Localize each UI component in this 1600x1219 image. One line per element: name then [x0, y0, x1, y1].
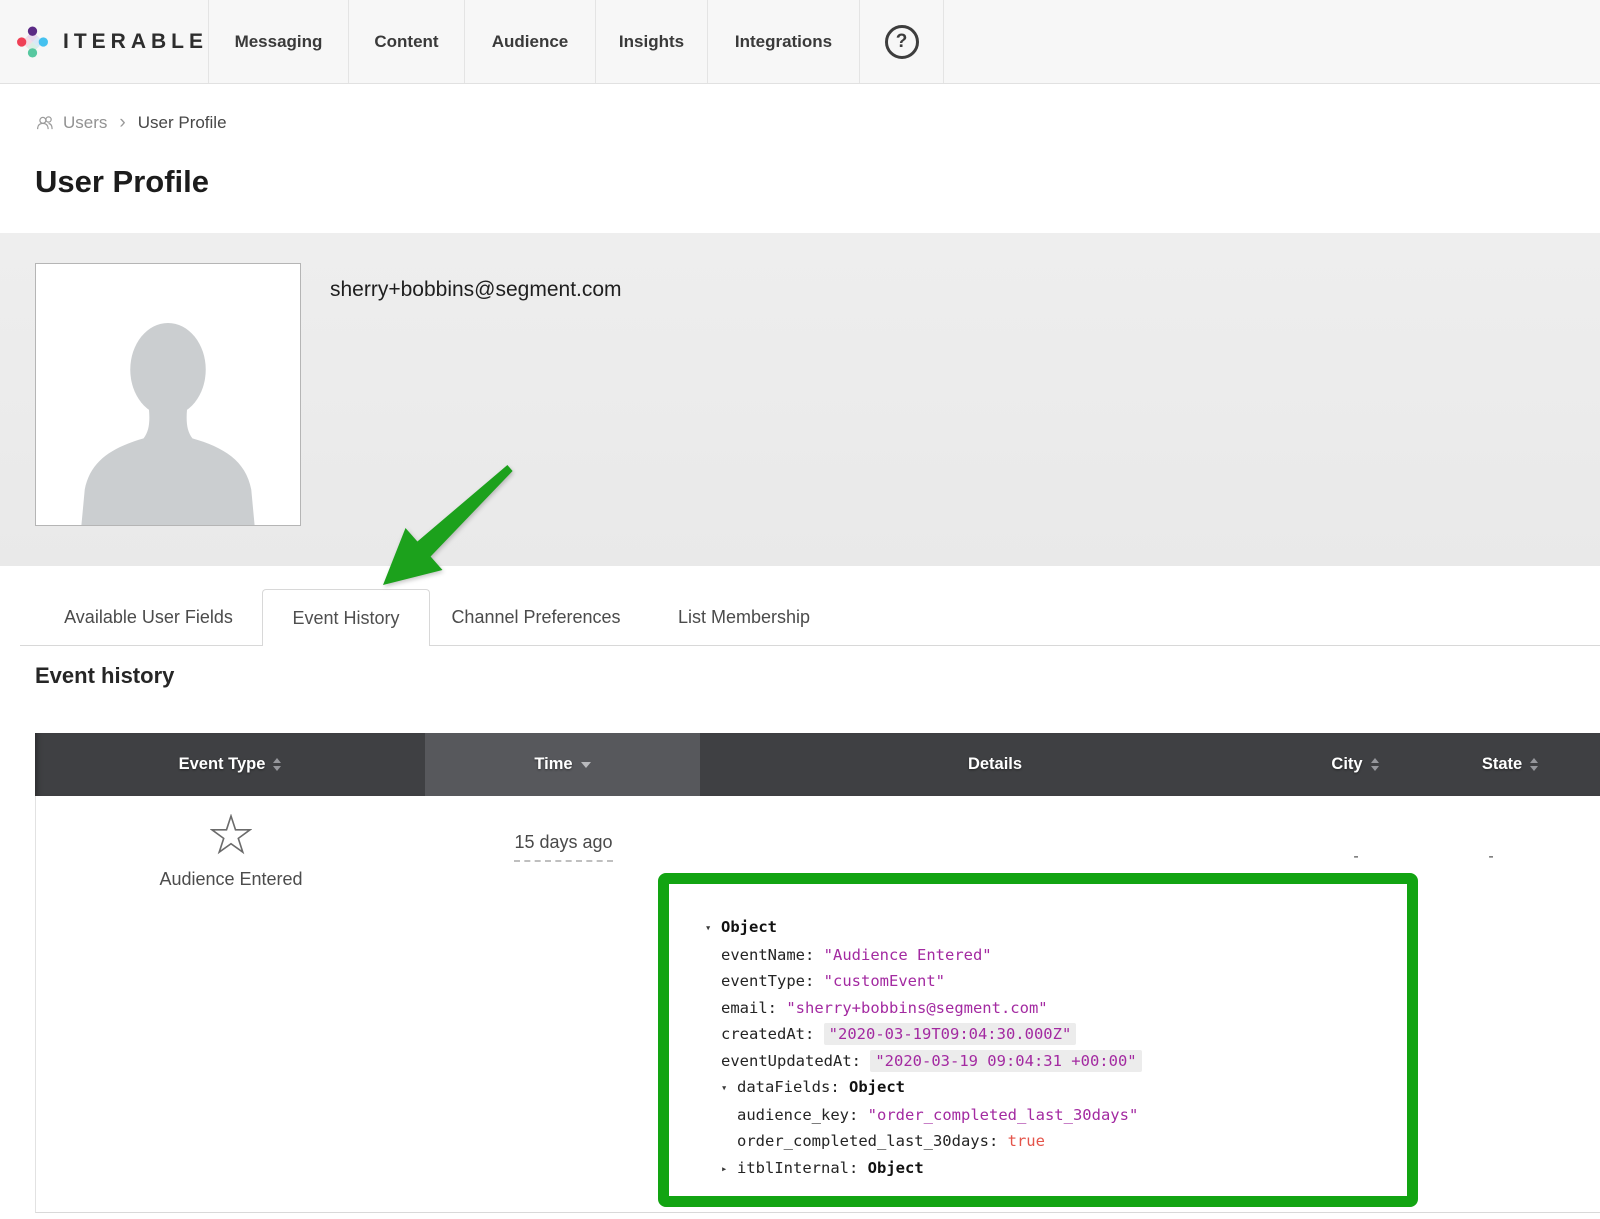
profile-header: sherry+bobbins@segment.com — [0, 233, 1600, 566]
json-line: ▾dataFields: Object — [705, 1074, 1399, 1102]
breadcrumb: Users › User Profile — [35, 112, 1600, 134]
json-key: eventType: — [721, 972, 814, 990]
person-silhouette-icon — [46, 303, 290, 525]
json-key: order_completed_last_30days: — [737, 1132, 998, 1150]
col-label: City — [1331, 755, 1362, 774]
col-header-details[interactable]: Details — [700, 733, 1290, 796]
page-title: User Profile — [35, 164, 1600, 200]
json-key: itblInternal: — [737, 1159, 858, 1177]
brand-name: ITERABLE — [63, 30, 208, 54]
relative-time[interactable]: 15 days ago — [514, 832, 612, 862]
sort-arrows-icon — [1530, 758, 1538, 771]
json-value: true — [1008, 1132, 1045, 1150]
json-line: createdAt: "2020-03-19T09:04:30.000Z" — [705, 1021, 1399, 1048]
tab-channel-preferences[interactable]: Channel Preferences — [430, 589, 642, 645]
city-cell: - — [1291, 848, 1421, 866]
nav-filler — [943, 0, 1600, 83]
col-header-city[interactable]: City — [1290, 733, 1420, 796]
nav-item-messaging[interactable]: Messaging — [208, 0, 348, 83]
caret-down-icon[interactable]: ▾ — [721, 1075, 737, 1102]
sort-arrows-icon — [1371, 758, 1379, 771]
tab-available-user-fields[interactable]: Available User Fields — [35, 589, 262, 645]
json-object-label: Object — [849, 1078, 905, 1096]
sort-desc-icon — [581, 762, 591, 768]
event-type-label: Audience Entered — [159, 869, 302, 890]
caret-right-icon[interactable]: ▸ — [721, 1156, 737, 1183]
json-line: ▸itblInternal: Object — [705, 1155, 1399, 1183]
json-key: dataFields: — [737, 1078, 840, 1096]
json-line: eventUpdatedAt: "2020-03-19 09:04:31 +00… — [705, 1048, 1399, 1075]
tab-event-history[interactable]: Event History — [262, 589, 430, 646]
json-value: "2020-03-19 09:04:31 +00:00" — [870, 1050, 1141, 1072]
nav-item-integrations[interactable]: Integrations — [707, 0, 859, 83]
sort-arrows-icon — [273, 758, 281, 771]
col-label: Event Type — [179, 755, 266, 774]
table-header: Event Type Time Details City State — [35, 733, 1600, 796]
json-key: audience_key: — [737, 1106, 858, 1124]
nav-item-insights[interactable]: Insights — [595, 0, 707, 83]
json-object-label: Object — [868, 1159, 924, 1177]
json-line: order_completed_last_30days: true — [705, 1128, 1399, 1155]
json-object-label: Object — [721, 918, 777, 936]
json-line: ▾Object — [705, 914, 1399, 942]
table-row: Audience Entered 15 days ago - - ▾Object… — [35, 796, 1600, 1213]
nav-item-content[interactable]: Content — [348, 0, 464, 83]
col-header-event-type[interactable]: Event Type — [35, 733, 425, 796]
caret-down-icon[interactable]: ▾ — [705, 915, 721, 942]
json-line: eventName: "Audience Entered" — [705, 942, 1399, 969]
json-value: "sherry+bobbins@segment.com" — [786, 999, 1047, 1017]
help-button[interactable]: ? — [859, 0, 943, 83]
col-header-state[interactable]: State — [1420, 733, 1600, 796]
iterable-logo-icon — [16, 19, 49, 65]
brand-logo[interactable]: ITERABLE — [0, 0, 208, 83]
json-key: createdAt: — [721, 1025, 814, 1043]
json-value: "2020-03-19T09:04:30.000Z" — [824, 1023, 1077, 1045]
section-heading: Event history — [35, 662, 1600, 690]
json-line: eventType: "customEvent" — [705, 968, 1399, 995]
event-details-json: ▾ObjecteventName: "Audience Entered"even… — [658, 873, 1418, 1207]
question-mark-icon: ? — [885, 25, 919, 59]
state-cell: - — [1421, 848, 1561, 866]
profile-email: sherry+bobbins@segment.com — [330, 278, 622, 302]
nav-item-audience[interactable]: Audience — [464, 0, 595, 83]
tab-bar: Available User Fields Event History Chan… — [20, 589, 1600, 646]
breadcrumb-users-label: Users — [63, 113, 107, 133]
json-tree: ▾ObjecteventName: "Audience Entered"even… — [705, 914, 1399, 1182]
breadcrumb-current: User Profile — [138, 113, 227, 133]
star-icon — [210, 814, 252, 855]
json-key: eventName: — [721, 946, 814, 964]
json-key: eventUpdatedAt: — [721, 1052, 861, 1070]
json-line: audience_key: "order_completed_last_30da… — [705, 1102, 1399, 1129]
time-cell: 15 days ago — [426, 832, 701, 862]
col-label: State — [1482, 755, 1522, 774]
chevron-right-icon: › — [119, 112, 125, 134]
top-nav: ITERABLE Messaging Content Audience Insi… — [0, 0, 1600, 84]
json-line: email: "sherry+bobbins@segment.com" — [705, 995, 1399, 1022]
event-type-cell[interactable]: Audience Entered — [36, 814, 426, 890]
col-header-time[interactable]: Time — [425, 733, 700, 796]
users-icon — [35, 115, 56, 131]
avatar — [35, 263, 301, 526]
json-value: "order_completed_last_30days" — [868, 1106, 1139, 1124]
json-key: email: — [721, 999, 777, 1017]
json-value: "Audience Entered" — [824, 946, 992, 964]
col-label: Time — [534, 755, 572, 774]
breadcrumb-users-link[interactable]: Users — [35, 113, 107, 133]
tab-list-membership[interactable]: List Membership — [642, 589, 846, 645]
col-label: Details — [968, 755, 1022, 774]
event-history-table: Event Type Time Details City State Audie… — [35, 733, 1600, 1213]
json-value: "customEvent" — [824, 972, 945, 990]
